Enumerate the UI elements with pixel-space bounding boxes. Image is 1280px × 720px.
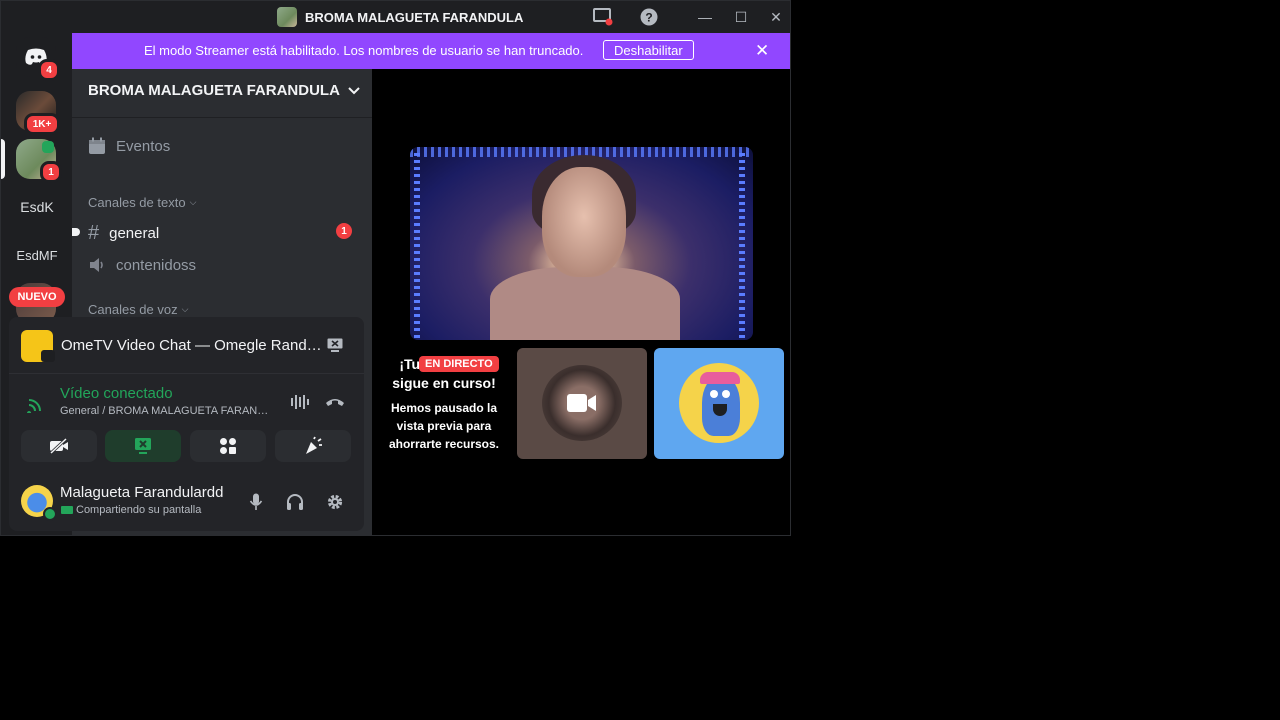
- help-icon[interactable]: ?: [638, 7, 660, 27]
- participant-tile-avatar[interactable]: [654, 348, 784, 459]
- led-strip-right: [739, 153, 745, 338]
- online-status-icon: [43, 507, 57, 521]
- close-banner-icon[interactable]: ✕: [755, 41, 769, 61]
- guild-name: BROMA MALAGUETA FARANDULA: [88, 82, 340, 99]
- events-item[interactable]: Eventos: [88, 137, 170, 155]
- text-category[interactable]: Canales de texto ⌵: [88, 195, 196, 210]
- noise-suppression-icon[interactable]: [290, 394, 310, 410]
- avatar-cap: [700, 372, 740, 384]
- stage-area: ¡Tu t sigue en curso! Hemos pausado la v…: [372, 69, 790, 535]
- soundboard-button[interactable]: [275, 430, 351, 462]
- activity-title: OmeTV Video Chat — Omegle Rand…: [61, 337, 322, 354]
- server-esdk[interactable]: EsdK: [16, 187, 58, 227]
- connection-signal-icon[interactable]: [27, 395, 45, 413]
- activities-button[interactable]: [190, 430, 266, 462]
- server-icon-1[interactable]: 1K+: [16, 91, 60, 135]
- camera-off-button[interactable]: [21, 430, 97, 462]
- app-window: BROMA MALAGUETA FARANDULA ? — ☐ ✕ 4 1K+ …: [0, 0, 791, 536]
- avatar-character: [700, 372, 740, 436]
- user-status: Compartiendo su pantalla: [76, 504, 202, 516]
- live-heading-part: sigue en curso!: [392, 375, 496, 391]
- channel-name: contenidoss: [116, 256, 197, 274]
- settings-gear-icon[interactable]: [326, 493, 344, 511]
- screen-icon: [61, 506, 73, 514]
- server-icon-2[interactable]: 1: [16, 139, 62, 183]
- microphone-icon[interactable]: [249, 493, 263, 511]
- maximize-icon[interactable]: ☐: [730, 7, 752, 27]
- voice-location[interactable]: General / BROMA MALAGUETA FARAN…: [60, 405, 268, 417]
- voice-category[interactable]: Canales de voz ⌵: [88, 302, 188, 317]
- window-title: BROMA MALAGUETA FARANDULA: [305, 9, 524, 25]
- avatar[interactable]: [21, 485, 57, 521]
- home-badge: 4: [38, 59, 60, 81]
- main-video-stream[interactable]: [410, 147, 753, 340]
- stop-share-icon: [135, 438, 151, 454]
- unread-indicator: [72, 228, 80, 236]
- window-title-group: BROMA MALAGUETA FARANDULA: [277, 7, 523, 27]
- hashtag-icon: #: [88, 222, 100, 244]
- selected-server-pill: [1, 139, 5, 179]
- soundboard-icon: [306, 436, 322, 454]
- camera-off-icon: [49, 438, 68, 454]
- channel-general[interactable]: # general 1: [72, 222, 356, 245]
- voice-activity-icon: [42, 141, 54, 153]
- text-category-label: Canales de texto: [88, 195, 186, 210]
- stop-streaming-icon[interactable]: [327, 338, 343, 352]
- avatar-eye: [722, 390, 730, 398]
- video-subject-body: [490, 267, 680, 340]
- server-esdmf[interactable]: EsdMF: [16, 235, 58, 275]
- server-icon: [277, 7, 297, 27]
- screen-share-icon[interactable]: [592, 7, 614, 27]
- guild-header[interactable]: BROMA MALAGUETA FARANDULA: [88, 82, 360, 99]
- disable-streamer-button[interactable]: Deshabilitar: [603, 40, 694, 60]
- close-window-icon[interactable]: ✕: [765, 7, 787, 27]
- calendar-icon: [89, 137, 105, 154]
- divider: [72, 117, 372, 118]
- video-icon: [41, 350, 55, 362]
- avatar-mouth: [713, 404, 727, 416]
- video-subject-face: [542, 167, 626, 277]
- events-label: Eventos: [116, 137, 171, 155]
- paused-message: Hemos pausado la vista previa para ahorr…: [388, 401, 500, 451]
- chevron-down-icon: ⌵: [189, 197, 197, 207]
- server2-badge: 1: [40, 161, 62, 183]
- avatar-eye: [710, 390, 718, 398]
- speaker-icon: [90, 258, 103, 272]
- camera-icon: [567, 394, 596, 412]
- mention-badge: 1: [336, 223, 352, 239]
- voice-category-label: Canales de voz: [88, 302, 178, 317]
- streamer-mode-banner: El modo Streamer está habilitado. Los no…: [72, 33, 790, 69]
- headphones-icon[interactable]: [286, 493, 304, 511]
- activities-icon: [220, 438, 236, 454]
- user-voice-panel: OmeTV Video Chat — Omegle Rand… Vídeo co…: [9, 317, 364, 531]
- channel-contenidoss[interactable]: contenidoss: [88, 256, 196, 274]
- ometv-app-icon: [21, 330, 55, 362]
- participant-tile-camera[interactable]: [517, 348, 647, 459]
- screen-share-button[interactable]: [105, 430, 181, 462]
- server1-badge: 1K+: [24, 113, 60, 135]
- svg-text:?: ?: [645, 11, 652, 25]
- live-badge: EN DIRECTO: [419, 356, 499, 372]
- voice-status[interactable]: Vídeo conectado: [60, 385, 173, 402]
- username[interactable]: Malagueta Farandulardd: [60, 484, 223, 501]
- led-strip-left: [414, 153, 420, 338]
- disconnect-icon[interactable]: [325, 397, 345, 407]
- discord-home-icon[interactable]: 4: [16, 37, 60, 81]
- new-badge: NUEVO: [9, 287, 65, 307]
- channel-name: general: [109, 225, 160, 242]
- minimize-icon[interactable]: —: [694, 7, 716, 27]
- title-bar: BROMA MALAGUETA FARANDULA ? — ☐ ✕: [1, 1, 790, 33]
- chevron-down-icon: ⌵: [181, 304, 189, 314]
- streamer-mode-message: El modo Streamer está habilitado. Los no…: [144, 43, 584, 58]
- activity-box[interactable]: OmeTV Video Chat — Omegle Rand…: [9, 317, 364, 374]
- chevron-down-icon: [348, 86, 360, 94]
